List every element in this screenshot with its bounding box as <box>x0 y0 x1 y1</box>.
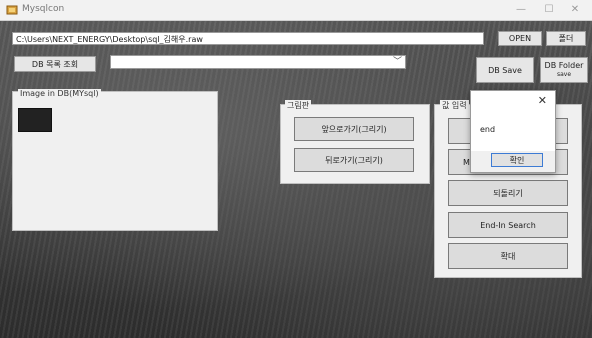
dialog-message: end <box>480 125 496 134</box>
db-folder-label: DB Folder <box>544 61 584 70</box>
back-draw-button[interactable]: 뒤로가기(그리기) <box>294 148 414 172</box>
image-thumbnail[interactable] <box>18 108 52 132</box>
title-bar: Mysqlcon — ☐ ✕ <box>0 0 592 21</box>
enlarge-button[interactable]: 확대 <box>448 243 568 269</box>
forward-draw-button[interactable]: 앞으로가기(그리기) <box>294 117 414 141</box>
db-select-combobox[interactable]: ﹀ <box>110 55 406 69</box>
minimize-button[interactable]: — <box>510 2 532 18</box>
db-folder-sub-label: save <box>556 71 572 78</box>
folder-button[interactable]: 폴더 <box>546 31 586 46</box>
window-close-button[interactable]: ✕ <box>564 2 586 18</box>
dialog-ok-button[interactable]: 확인 <box>491 153 543 167</box>
file-path-input[interactable]: C:\Users\NEXT_ENERGY\Desktop\sql_김해우.raw <box>12 32 484 45</box>
value-input-label: 값 입력 <box>440 100 469 111</box>
app-icon <box>6 5 18 15</box>
image-db-label: Image in DB(MYsql) <box>18 89 101 98</box>
paint-panel <box>280 104 430 184</box>
window-title: Mysqlcon <box>22 4 65 14</box>
paint-panel-label: 그림판 <box>285 100 312 111</box>
revert-button[interactable]: 되돌리기 <box>448 180 568 206</box>
maximize-button[interactable]: ☐ <box>538 2 560 18</box>
m-action-label: M <box>463 157 470 167</box>
message-dialog: ✕ end 확인 <box>470 90 556 173</box>
end-in-search-button[interactable]: End-In Search <box>448 212 568 238</box>
dialog-close-icon[interactable]: ✕ <box>538 94 547 107</box>
chevron-down-icon: ﹀ <box>392 57 402 67</box>
db-save-button[interactable]: DB Save <box>476 57 534 83</box>
db-folder-save-button[interactable]: DB Folder save <box>540 57 588 83</box>
db-list-button[interactable]: DB 목록 조회 <box>14 56 96 72</box>
open-button[interactable]: OPEN <box>498 31 542 46</box>
